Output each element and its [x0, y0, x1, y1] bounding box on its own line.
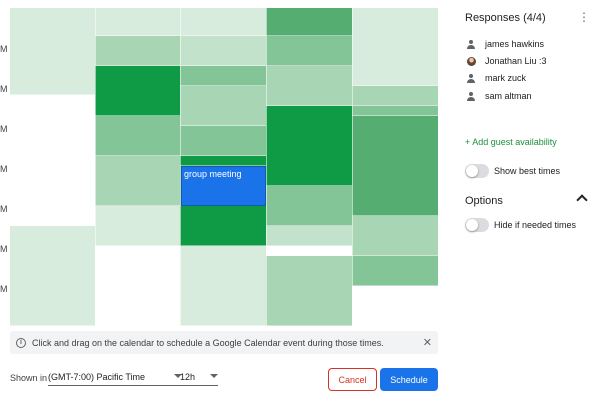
availability-cell[interactable] [266, 246, 352, 256]
availability-cell[interactable] [180, 86, 266, 126]
availability-cell[interactable] [10, 8, 95, 95]
availability-cell[interactable] [180, 126, 266, 156]
availability-cell[interactable] [95, 246, 180, 326]
time-axis: M M M M M M M [0, 0, 10, 330]
availability-cell[interactable] [180, 246, 266, 326]
availability-cell[interactable] [95, 116, 180, 156]
respondent-item[interactable]: mark zuck [467, 71, 526, 85]
availability-cell[interactable] [95, 66, 180, 116]
availability-cell[interactable] [180, 8, 266, 36]
availability-cell[interactable] [352, 106, 438, 116]
availability-cell[interactable] [10, 226, 95, 326]
chevron-down-icon [210, 374, 218, 378]
person-icon [467, 91, 475, 101]
banner-text: Click and drag on the calendar to schedu… [32, 337, 384, 348]
column-divider [95, 8, 96, 326]
availability-cell[interactable] [95, 36, 180, 66]
info-icon: i [16, 337, 26, 348]
column-divider [266, 8, 267, 326]
availability-cell[interactable] [352, 116, 438, 216]
availability-cell[interactable] [266, 36, 352, 66]
time-label: M [0, 44, 8, 54]
availability-cell[interactable] [352, 256, 438, 286]
time-label: M [0, 164, 8, 174]
respondent-name: mark zuck [485, 73, 527, 83]
toggle-knob [466, 219, 478, 231]
avatar [467, 56, 476, 66]
availability-cell[interactable] [352, 86, 438, 106]
event-label: group meeting [184, 169, 242, 179]
availability-cell[interactable] [180, 156, 266, 166]
responses-panel: Responses (4/4) ⋮ james hawkins Jonathan… [465, 0, 600, 400]
time-label: M [0, 124, 8, 134]
options-title: Options [465, 195, 503, 207]
column-divider [352, 8, 353, 326]
respondent-name: james hawkins [485, 39, 545, 49]
schedule-button[interactable]: Schedule [380, 368, 438, 391]
close-icon[interactable]: ✕ [423, 336, 432, 349]
availability-cell[interactable] [266, 8, 352, 36]
availability-cell[interactable] [95, 8, 180, 36]
availability-cell[interactable] [95, 206, 180, 246]
availability-cell[interactable] [266, 106, 352, 186]
cancel-button[interactable]: Cancel [328, 368, 377, 391]
info-banner: i Click and drag on the calendar to sche… [10, 331, 438, 354]
day-column[interactable] [352, 8, 438, 326]
availability-cell[interactable] [180, 206, 266, 246]
day-column[interactable] [95, 8, 180, 326]
add-guest-availability-link[interactable]: + Add guest availability [465, 137, 557, 147]
availability-cell[interactable] [266, 226, 352, 246]
day-column[interactable] [10, 8, 95, 326]
time-label: M [0, 284, 8, 294]
availability-cell[interactable] [10, 95, 95, 226]
footer-bar: Shown in (GMT-7:00) Pacific Time 12h Can… [10, 365, 438, 393]
respondent-name: Jonathan Liu :3 [485, 56, 547, 66]
availability-cell[interactable] [352, 216, 438, 256]
time-label: M [0, 244, 8, 254]
scheduled-event-block[interactable]: group meeting [181, 166, 266, 206]
availability-cell[interactable] [95, 156, 180, 206]
hide-if-needed-label: Hide if needed times [494, 220, 577, 230]
timezone-value: (GMT-7:00) Pacific Time [48, 371, 146, 382]
availability-cell[interactable] [180, 66, 266, 86]
availability-cell[interactable] [352, 286, 438, 326]
availability-cell[interactable] [352, 8, 438, 86]
hide-if-needed-toggle[interactable] [465, 218, 489, 232]
respondent-item[interactable]: sam altman [467, 89, 532, 103]
day-column[interactable] [266, 8, 352, 326]
time-label: M [0, 84, 8, 94]
availability-cell[interactable] [266, 66, 352, 106]
time-label: M [0, 204, 8, 214]
timezone-select[interactable]: (GMT-7:00) Pacific Time [48, 368, 182, 386]
more-options-icon[interactable]: ⋮ [578, 11, 590, 23]
person-icon [467, 73, 475, 83]
chevron-up-icon[interactable] [576, 194, 588, 206]
show-best-times-label: Show best times [494, 166, 561, 176]
shown-in-label: Shown in [10, 373, 48, 383]
availability-cell[interactable] [180, 36, 266, 66]
availability-cell[interactable] [266, 186, 352, 226]
toggle-knob [466, 165, 478, 177]
availability-cell[interactable] [266, 256, 352, 326]
hide-if-needed-row: Hide if needed times [465, 217, 576, 233]
responses-title: Responses (4/4) [465, 12, 546, 24]
show-best-times-row: Show best times [465, 163, 560, 179]
time-format-select[interactable]: 12h [180, 368, 218, 386]
respondent-name: sam altman [485, 91, 532, 101]
person-icon [467, 39, 475, 49]
respondent-item[interactable]: james hawkins [467, 37, 544, 51]
respondent-item[interactable]: Jonathan Liu :3 [467, 54, 547, 68]
time-format-value: 12h [180, 371, 196, 382]
show-best-times-toggle[interactable] [465, 164, 489, 178]
